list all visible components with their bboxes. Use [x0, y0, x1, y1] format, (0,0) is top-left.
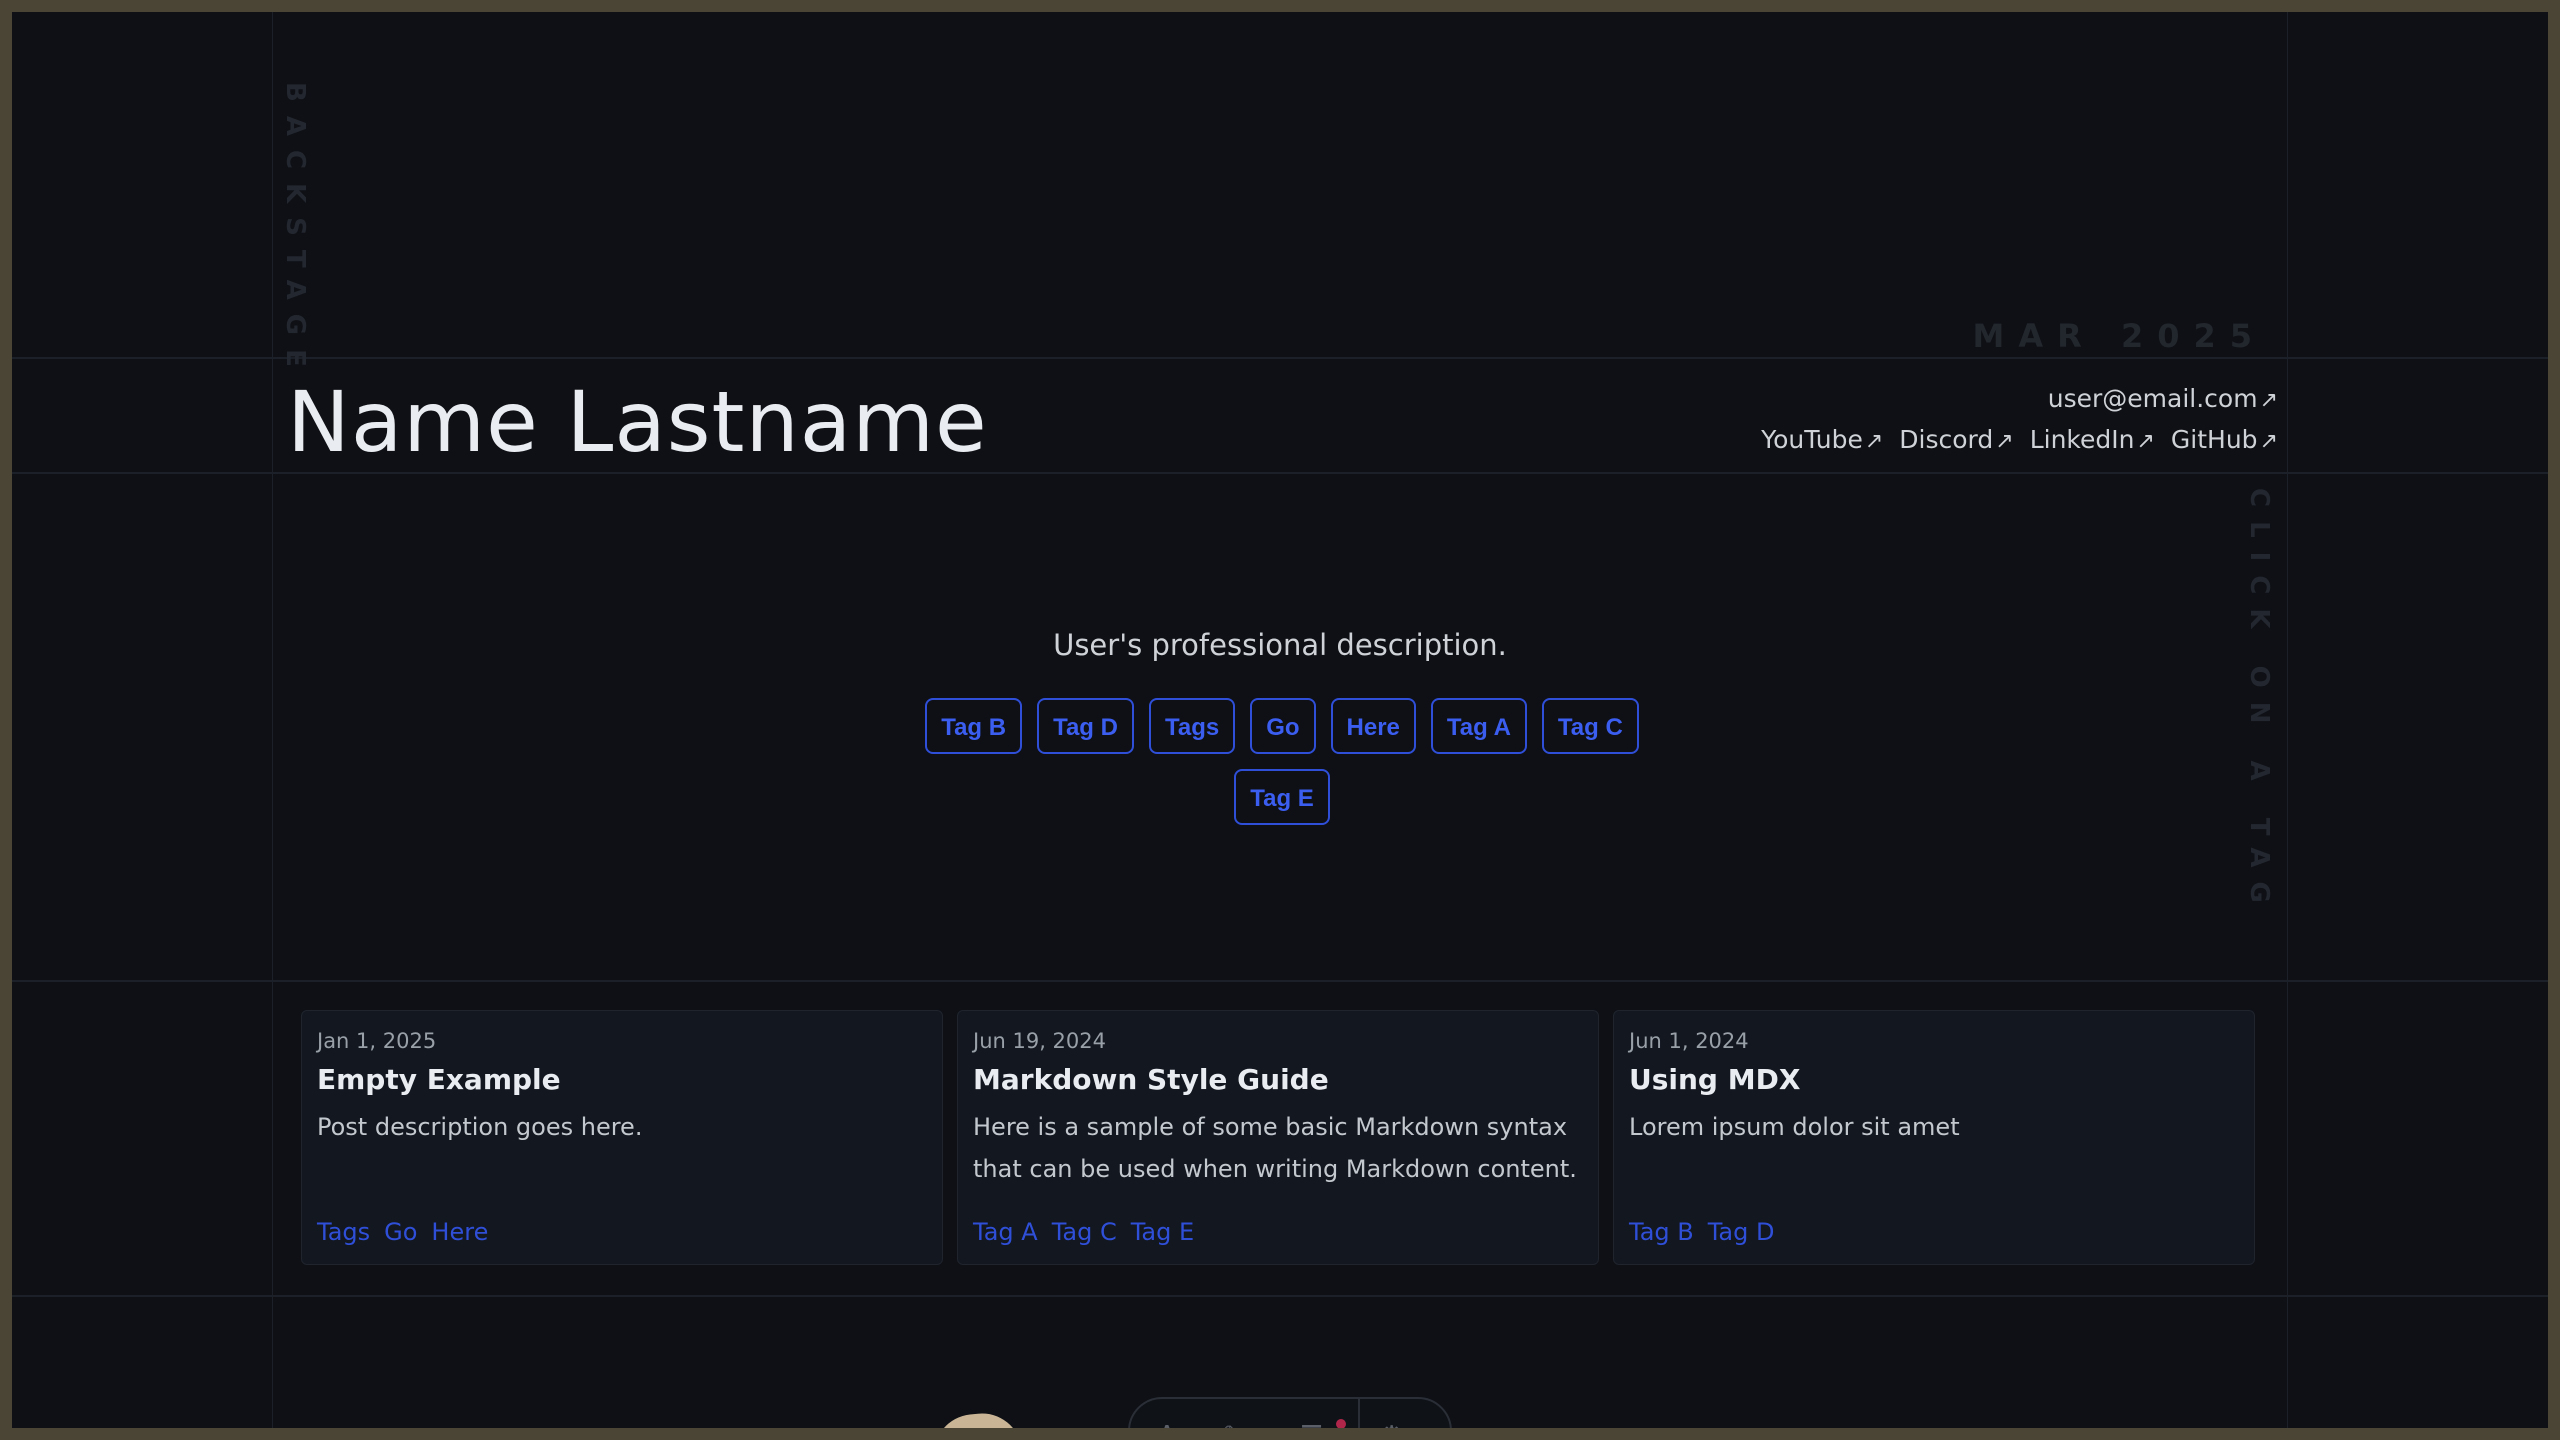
post-title[interactable]: Empty Example: [317, 1063, 927, 1096]
post-tags: Tag B Tag D: [1629, 1218, 1774, 1246]
post-tag-link[interactable]: Tags: [317, 1218, 370, 1246]
gear-icon[interactable]: ⚙: [1380, 1421, 1403, 1428]
tag-button[interactable]: Tag C: [1541, 698, 1639, 754]
post-tag-link[interactable]: Tag B: [1629, 1218, 1694, 1246]
grid-line-posts-bottom: [12, 1295, 2548, 1297]
tag-button[interactable]: Tag B: [925, 698, 1023, 754]
grid-line-left: [272, 12, 273, 1428]
date-marker: MAR 2025: [1972, 317, 2266, 355]
youtube-link[interactable]: YouTube↗: [1761, 425, 1883, 454]
post-tag-link[interactable]: Tag C: [1052, 1218, 1117, 1246]
post-card[interactable]: Jun 19, 2024 Markdown Style Guide Here i…: [957, 1010, 1599, 1265]
post-description: Lorem ipsum dolor sit amet: [1629, 1113, 1960, 1141]
post-card[interactable]: Jun 1, 2024 Using MDX Lorem ipsum dolor …: [1613, 1010, 2255, 1265]
grid-line-header-top: [12, 357, 2548, 359]
post-title[interactable]: Markdown Style Guide: [973, 1063, 1583, 1096]
tag-button[interactable]: Tag E: [1234, 769, 1330, 825]
post-tag-link[interactable]: Tag A: [973, 1218, 1038, 1246]
tag-button[interactable]: Tag A: [1430, 698, 1527, 754]
post-date: Jun 19, 2024: [973, 1029, 1107, 1053]
tag-button[interactable]: Tags: [1148, 698, 1236, 754]
profile-name: Name Lastname: [287, 373, 988, 471]
contact-links: user@email.com↗ YouTube↗ Discord↗ Linked…: [1761, 384, 2278, 466]
post-title[interactable]: Using MDX: [1629, 1063, 2239, 1096]
font-icon[interactable]: A: [1158, 1421, 1176, 1428]
page-frame: BACKSTAGE MAR 2025 CLICK ON A TAG Name L…: [12, 12, 2548, 1428]
dev-toolbar: A ✎ ☰ ⚙: [1128, 1397, 1452, 1428]
notification-dot: [1336, 1419, 1346, 1428]
external-link-icon: ↗: [2259, 388, 2278, 413]
github-link-text: GitHub: [2170, 425, 2258, 454]
post-date: Jun 1, 2024: [1629, 1029, 1749, 1053]
post-list: Jan 1, 2025 Empty Example Post descripti…: [301, 1010, 2255, 1265]
post-tag-link[interactable]: Go: [384, 1218, 417, 1246]
post-tag-link[interactable]: Tag E: [1131, 1218, 1194, 1246]
discord-link[interactable]: Discord↗: [1899, 425, 2013, 454]
decorative-shape: [930, 1409, 1022, 1428]
audit-icon[interactable]: ✎: [1222, 1421, 1244, 1428]
post-tag-link[interactable]: Tag D: [1708, 1218, 1775, 1246]
external-link-icon: ↗: [1864, 429, 1884, 454]
linkedin-link[interactable]: LinkedIn↗: [2030, 425, 2155, 454]
grid-line-right: [2287, 12, 2288, 1428]
linkedin-link-text: LinkedIn: [2029, 425, 2135, 454]
tag-button[interactable]: Tag D: [1037, 698, 1134, 754]
post-date: Jan 1, 2025: [317, 1029, 437, 1053]
post-description: Post description goes here.: [317, 1113, 643, 1141]
post-description: Here is a sample of some basic Markdown …: [973, 1113, 1577, 1183]
post-card[interactable]: Jan 1, 2025 Empty Example Post descripti…: [301, 1010, 943, 1265]
grid-line-posts-top: [12, 980, 2548, 982]
tag-list: Tag B Tag D Tags Go Here Tag A Tag C Tag…: [912, 698, 1652, 825]
youtube-link-text: YouTube: [1761, 425, 1863, 454]
backstage-label: BACKSTAGE: [280, 82, 310, 381]
click-hint-label: CLICK ON A TAG: [2244, 488, 2274, 917]
post-tags: Tags Go Here: [317, 1218, 488, 1246]
tag-button[interactable]: Go: [1250, 698, 1316, 754]
email-link[interactable]: user@email.com↗: [2048, 384, 2278, 413]
external-link-icon: ↗: [2259, 429, 2278, 454]
tag-button[interactable]: Here: [1330, 698, 1416, 754]
github-link[interactable]: GitHub↗: [2171, 425, 2278, 454]
email-text: user@email.com: [2047, 384, 2258, 413]
external-link-icon: ↗: [1995, 429, 2014, 454]
discord-link-text: Discord: [1899, 425, 1994, 454]
post-tag-link[interactable]: Here: [431, 1218, 488, 1246]
toolbar-separator: [1358, 1399, 1360, 1428]
menu-icon[interactable]: ☰: [1300, 1421, 1323, 1428]
grid-line-header-bottom: [12, 472, 2548, 474]
post-tags: Tag A Tag C Tag E: [973, 1218, 1194, 1246]
external-link-icon: ↗: [2136, 429, 2155, 454]
profile-description: User's professional description.: [1053, 628, 1507, 662]
